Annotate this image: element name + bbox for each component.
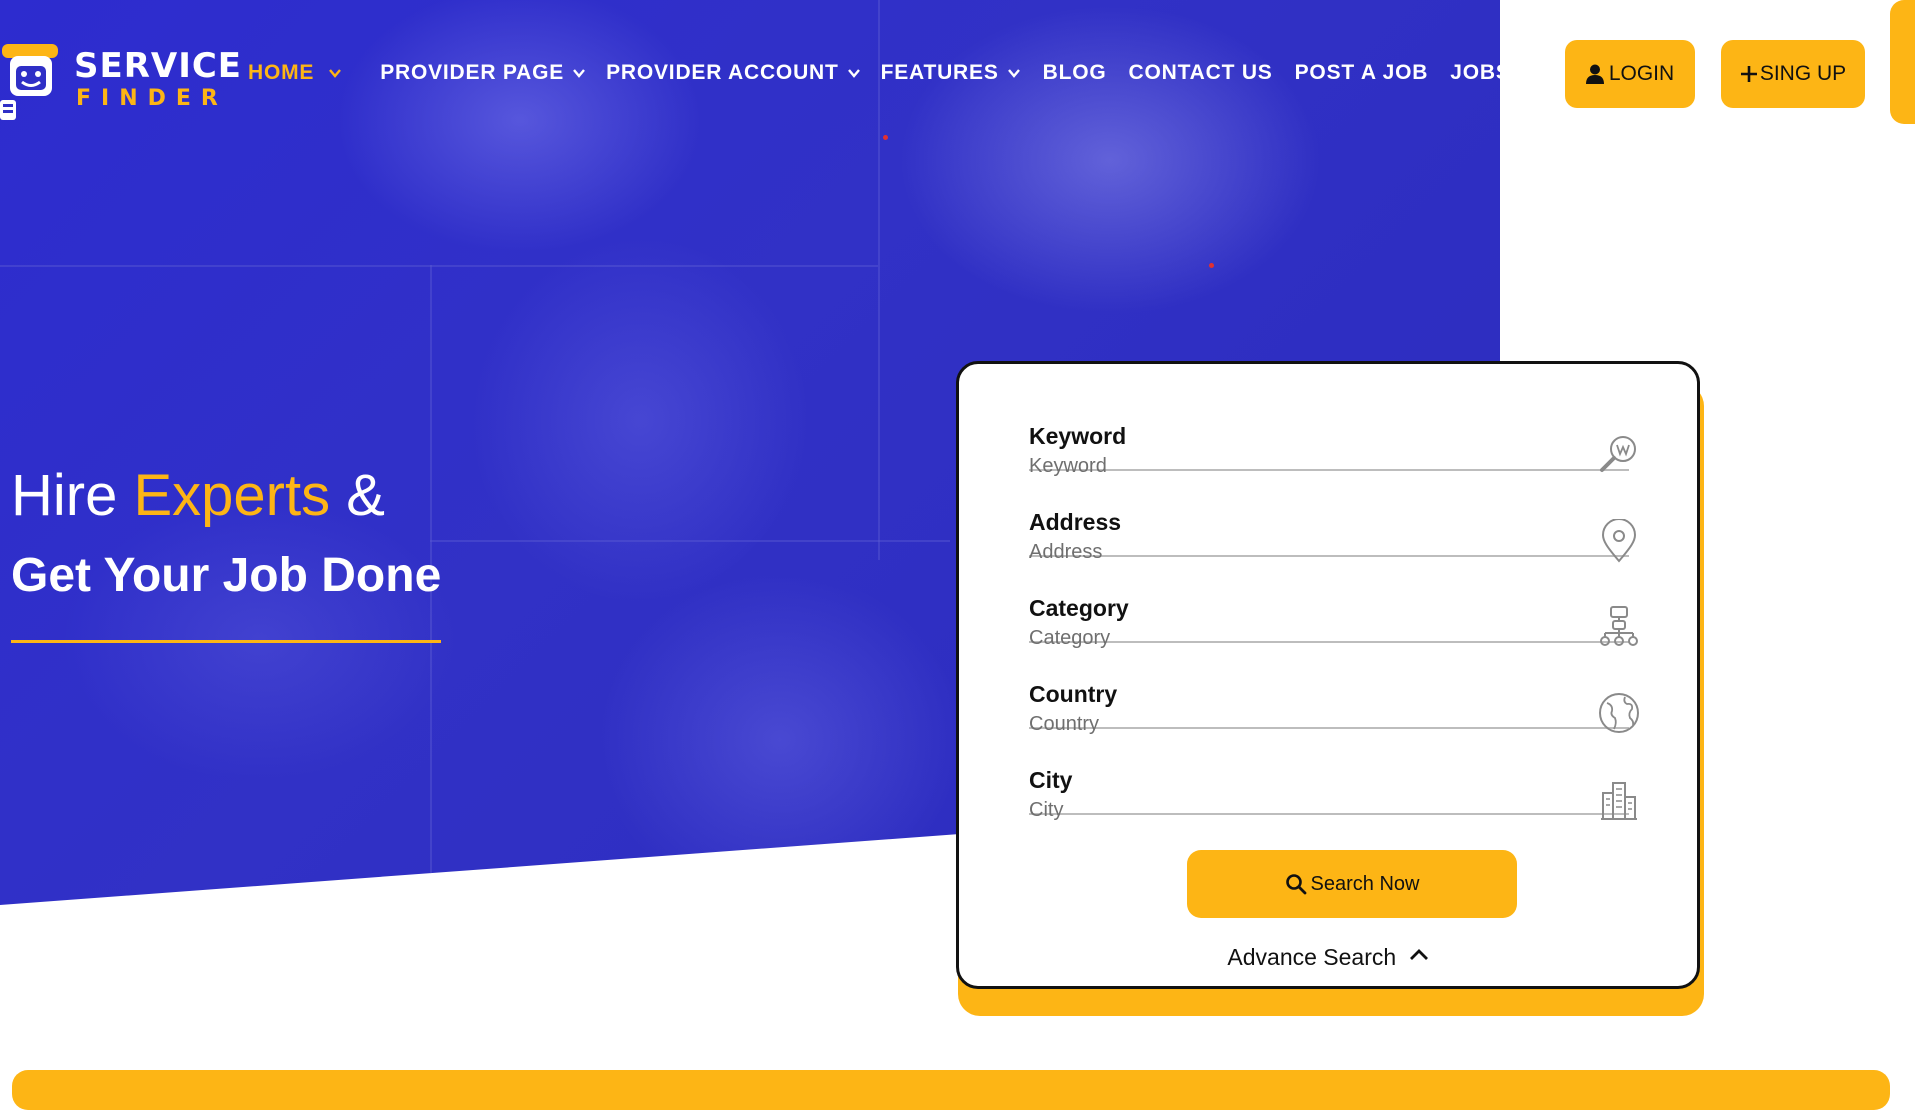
signup-button[interactable]: SING UP (1721, 40, 1865, 108)
chevron-down-icon (329, 69, 342, 78)
login-button[interactable]: LOGIN (1565, 40, 1695, 108)
hero-heading-accent: Experts (133, 463, 331, 528)
hero-heading-line2: Get Your Job Done (11, 549, 442, 602)
nav-item-blog[interactable]: BLOG (1043, 61, 1107, 85)
plus-icon (1740, 66, 1757, 82)
search-icon (1285, 874, 1306, 895)
nav-item-post-a-job[interactable]: POST A JOB (1295, 61, 1429, 85)
side-tab[interactable] (1890, 0, 1915, 124)
worker-helmet-logo-icon (0, 44, 58, 120)
nav-item-jobs[interactable]: JOBS (1450, 61, 1510, 85)
bottom-accent-bar (12, 1070, 1890, 1110)
photo-panel-divider (0, 265, 878, 267)
chevron-down-icon (847, 69, 860, 78)
city-buildings-icon (1601, 782, 1637, 820)
chevron-down-icon (1007, 69, 1020, 78)
country-field: Country (1029, 643, 1639, 736)
address-label: Address (1029, 509, 1122, 535)
nav-item-label: POST A JOB (1294, 61, 1429, 84)
nav-item-label: JOBS (1450, 61, 1511, 84)
nav-item-label: FEATURES (880, 61, 999, 84)
logo-text-finder: FINDER (76, 86, 228, 111)
hero-heading-text: & (330, 463, 385, 528)
decor-dot (883, 135, 888, 140)
site-logo[interactable]: SERVICE FINDER (0, 36, 241, 126)
category-label: Category (1029, 595, 1129, 621)
advance-search-label: Advance Search (1227, 944, 1397, 970)
advance-search-toggle[interactable]: Advance Search (959, 944, 1697, 971)
city-label: City (1029, 767, 1073, 793)
nav-item-provider-page[interactable]: PROVIDER PAGE (380, 61, 586, 85)
search-card: Keyword Address Category Country (956, 361, 1700, 989)
keyword-label: Keyword (1029, 423, 1127, 449)
address-field: Address (1029, 471, 1637, 564)
keyword-field: Keyword (1029, 385, 1636, 478)
hero-heading-text: Hire (11, 463, 134, 528)
search-now-button[interactable]: Search Now (1187, 850, 1517, 918)
hero-underline (11, 640, 441, 643)
search-now-label: Search Now (1310, 872, 1420, 895)
photo-panel-divider (430, 540, 950, 542)
chevron-down-icon (573, 69, 586, 78)
nav-item-provider-account[interactable]: PROVIDER ACCOUNT (606, 61, 861, 85)
user-icon (1585, 64, 1604, 84)
city-input[interactable] (1029, 799, 1549, 822)
nav-item-label: PROVIDER PAGE (380, 61, 565, 84)
signup-label: SING UP (1759, 62, 1847, 85)
nav-item-label: BLOG (1042, 61, 1107, 84)
nav-item-label: PROVIDER ACCOUNT (606, 61, 839, 84)
city-field: City (1029, 729, 1637, 822)
country-label: Country (1029, 681, 1118, 707)
nav-item-label: HOME (248, 61, 315, 84)
nav-item-label: CONTACT US (1128, 61, 1273, 84)
nav-item-home[interactable]: HOME (248, 61, 342, 85)
decor-dot (1209, 263, 1214, 268)
main-nav: HOME PROVIDER PAGE PROVIDER ACCOUNT FEAT… (248, 58, 1511, 88)
nav-item-contact-us[interactable]: CONTACT US (1129, 61, 1273, 85)
nav-item-features[interactable]: FEATURES (881, 61, 1021, 85)
logo-text-service: SERVICE (74, 46, 243, 86)
login-label: LOGIN (1608, 62, 1675, 85)
chevron-up-icon (1409, 949, 1428, 960)
category-field: Category (1029, 557, 1638, 650)
hero-heading-line1: Hire Experts & (11, 462, 385, 529)
